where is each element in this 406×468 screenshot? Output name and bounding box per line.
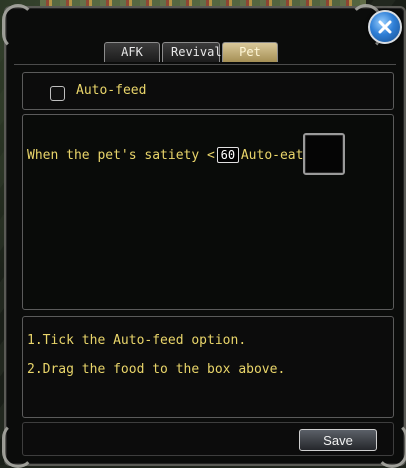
autofeed-checkbox[interactable] — [50, 86, 65, 101]
satiety-rule-suffix: Auto-eat — [240, 147, 304, 163]
instruction-2: 2.Drag the food to the box above. — [27, 362, 286, 377]
tab-afk[interactable]: AFK — [104, 42, 160, 62]
satiety-rule-panel: When the pet's satiety < Auto-eat — [22, 114, 394, 310]
tab-bar: AFK Revival Pet — [104, 42, 278, 62]
autofeed-label: Auto-feed — [76, 83, 147, 98]
instruction-1: 1.Tick the Auto-feed option. — [27, 333, 247, 348]
satiety-threshold-input[interactable] — [216, 147, 239, 163]
tab-revival[interactable]: Revival — [162, 42, 222, 62]
instructions-panel: 1.Tick the Auto-feed option. 2.Drag the … — [22, 316, 394, 418]
tab-divider — [14, 64, 396, 65]
footer-bar: Save — [22, 422, 394, 456]
close-button[interactable] — [368, 10, 402, 44]
window-corner-ornament — [2, 4, 34, 50]
autofeed-panel: Auto-feed — [22, 72, 394, 110]
food-slot[interactable] — [303, 133, 345, 175]
save-button[interactable]: Save — [299, 429, 377, 451]
auto-feed-settings-window: AFK Revival Pet Auto-feed When the pet's… — [2, 4, 406, 468]
satiety-rule: When the pet's satiety < Auto-eat — [27, 147, 303, 163]
satiety-rule-prefix: When the pet's satiety < — [27, 147, 215, 163]
close-x-icon — [378, 20, 392, 34]
tab-pet[interactable]: Pet — [222, 42, 278, 62]
